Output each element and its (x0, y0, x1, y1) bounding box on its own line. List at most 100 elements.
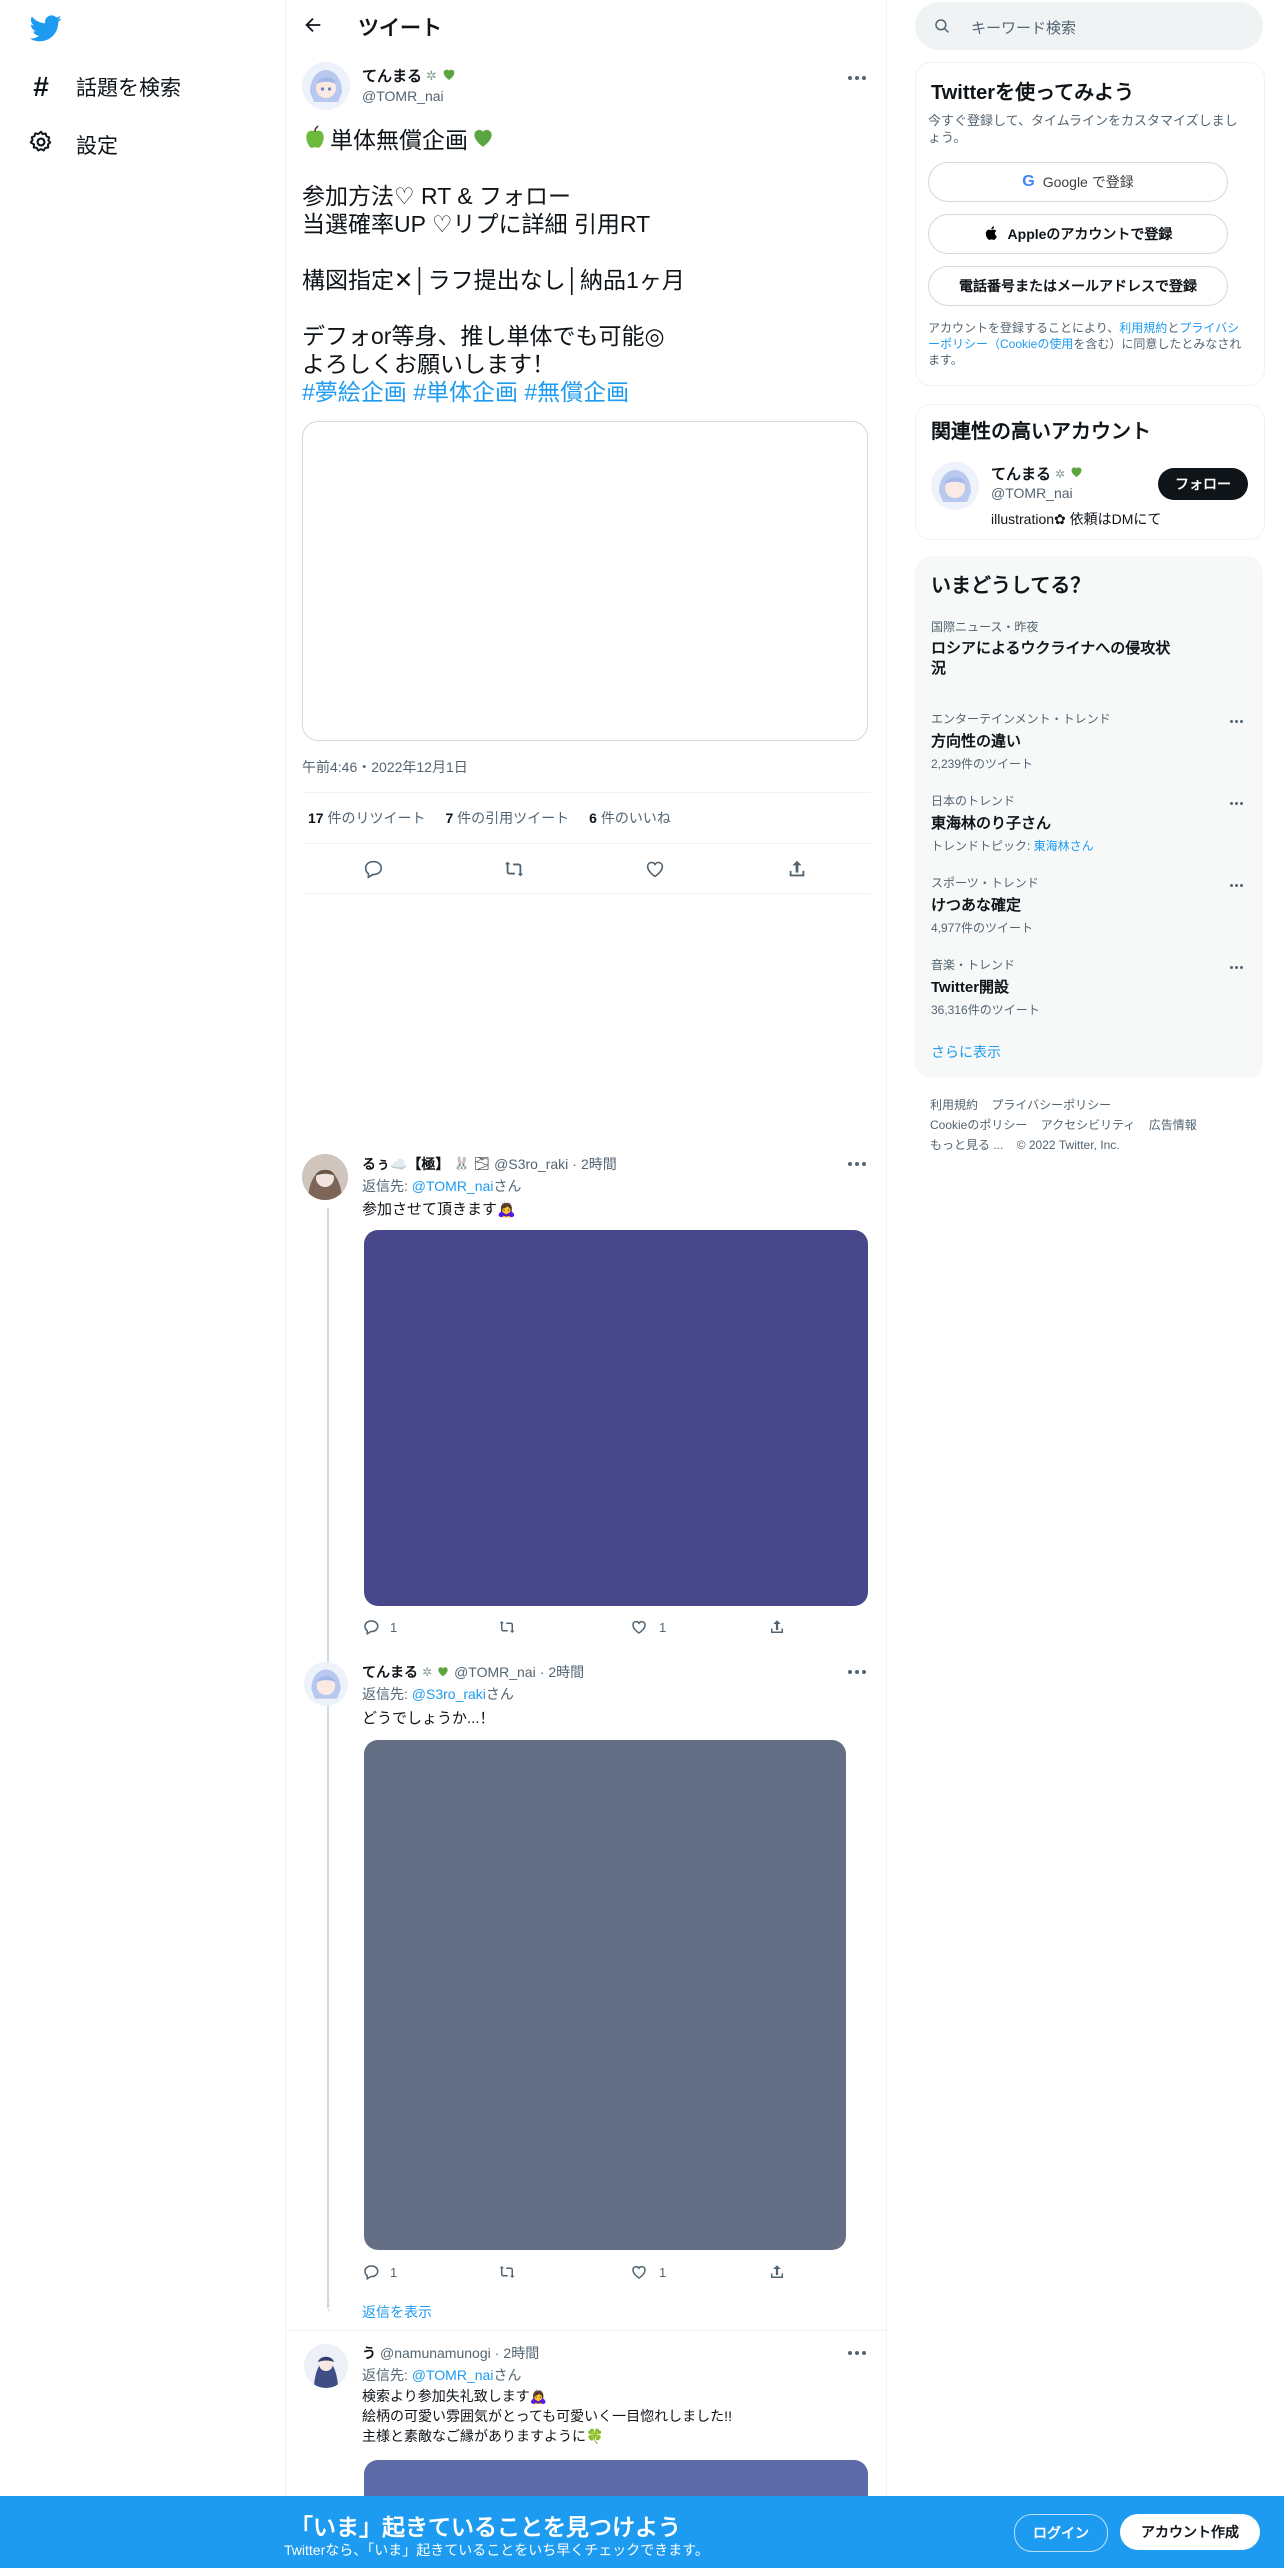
more-icon[interactable] (1230, 878, 1250, 892)
hashtag-link[interactable]: #単体企画 (413, 379, 518, 405)
quote-stat[interactable]: 7 件の引用ツイート (445, 808, 569, 828)
trend-item[interactable]: 音楽・トレンド Twitter開設 36,316件のツイート (931, 956, 1221, 1018)
trend-context: 日本のトレンド (931, 794, 1016, 808)
reply-author-name[interactable]: るぅ☁️【極】 (362, 1154, 449, 1174)
more-icon[interactable] (842, 68, 872, 88)
more-icon[interactable] (842, 1662, 872, 1682)
twitter-logo-icon[interactable] (29, 12, 66, 48)
footer-more-link[interactable]: もっと見る ... (930, 1138, 1003, 1152)
login-button[interactable]: ログイン (1014, 2514, 1108, 2552)
related-account-name[interactable]: てんまる ✲ (991, 463, 1084, 484)
show-replies-link[interactable]: 返信を表示 (362, 2302, 432, 2322)
trend-item[interactable]: 国際ニュース・昨夜 ロシアによるウクライナへの侵攻状況 (931, 618, 1171, 679)
reply-author-handle[interactable]: @namunamunogi (380, 2345, 491, 2361)
author-name-text: てんまる (362, 68, 423, 85)
terms-link[interactable]: 利用規約 (1119, 321, 1167, 335)
reply-to-handle[interactable]: @TOMR_nai (412, 1178, 494, 1194)
reply-author-handle[interactable]: @S3ro_raki (494, 1156, 568, 1172)
avatar[interactable] (302, 62, 350, 110)
more-icon[interactable] (1230, 714, 1250, 728)
share-icon[interactable] (786, 858, 808, 880)
trend-item[interactable]: 日本のトレンド 東海林のり子さん トレンドトピック: 東海林さん (931, 792, 1221, 854)
tweet-line (302, 294, 872, 322)
divider (286, 2330, 886, 2331)
hashtag-link[interactable]: #夢絵企画 (302, 379, 407, 405)
trend-count: 2,239件のツイート (931, 757, 1034, 771)
back-arrow-icon[interactable] (302, 14, 332, 40)
footer-cookie-link[interactable]: Cookieのポリシー (930, 1118, 1027, 1132)
more-icon[interactable] (842, 1154, 872, 1174)
reply-icon[interactable] (362, 2263, 380, 2281)
footer-accessibility-link[interactable]: アクセシビリティ (1041, 1118, 1136, 1132)
retweet-icon[interactable] (498, 2263, 516, 2281)
reply-to-prefix: 返信先: (362, 2367, 412, 2383)
retweet-icon[interactable] (498, 1618, 516, 1636)
sparkle-icon: ✲ (422, 1665, 433, 1679)
reply-author-name[interactable]: う (362, 2343, 376, 2363)
heart-icon[interactable] (630, 2263, 648, 2281)
footer-terms-link[interactable]: 利用規約 (930, 1098, 978, 1112)
nav-settings[interactable]: 設定 (28, 120, 118, 170)
reply-image[interactable] (364, 1230, 868, 1606)
hashtag-link[interactable]: #無償企画 (524, 379, 629, 405)
more-icon[interactable] (842, 2343, 872, 2363)
reply-to-handle[interactable]: @TOMR_nai (412, 2367, 494, 2383)
tweet-media[interactable] (302, 421, 868, 741)
avatar[interactable] (931, 462, 979, 510)
trend-item[interactable]: スポーツ・トレンド けつあな確定 4,977件のツイート (931, 874, 1221, 936)
retweet-stat[interactable]: 17 件のリツイート (308, 808, 425, 828)
follow-button[interactable]: フォロー (1158, 468, 1248, 500)
trend-count: 36,316件のツイート (931, 1003, 1040, 1017)
reply-time[interactable]: 2時間 (581, 1154, 617, 1174)
nav-explore[interactable]: # 話題を検索 (28, 62, 181, 112)
reply-image[interactable] (364, 1740, 846, 2250)
retweet-icon[interactable] (503, 858, 525, 880)
more-icon[interactable] (1230, 796, 1250, 810)
tweet-line: デフォor等身、推し単体でも可能◎ (302, 323, 665, 349)
trend-item[interactable]: エンターテインメント・トレンド 方向性の違い 2,239件のツイート (931, 710, 1221, 772)
search-icon (933, 17, 951, 40)
share-icon[interactable] (768, 1618, 786, 1636)
avatar[interactable] (304, 1662, 348, 1706)
tweet-line: 構図指定✕│ラフ提出なし│納品1ヶ月 (302, 267, 685, 293)
author-name[interactable]: てんまる ✲ (362, 65, 457, 86)
create-account-button[interactable]: アカウント作成 (1120, 2514, 1260, 2550)
search-box[interactable]: キーワード検索 (915, 2, 1263, 50)
apple-signup-button[interactable]: Appleのアカウントで登録 (928, 214, 1228, 254)
phone-email-signup-button[interactable]: 電話番号またはメールアドレスで登録 (928, 266, 1228, 306)
sparkle-icon: ✲ (426, 67, 437, 83)
trend-topic-link[interactable]: 東海林さん (1034, 839, 1094, 853)
reply-author-name[interactable]: てんまる (362, 1662, 418, 1682)
avatar[interactable] (304, 2344, 348, 2388)
cloud-icon: 🌫 (473, 1156, 491, 1171)
related-account-handle[interactable]: @TOMR_nai (991, 485, 1073, 501)
show-more-trends-link[interactable]: さらに表示 (931, 1042, 1001, 1062)
reply-icon[interactable] (362, 1618, 380, 1636)
retweet-count: 17 (308, 810, 324, 826)
related-title: 関連性の高いアカウント (931, 421, 1151, 443)
footer-privacy-link[interactable]: プライバシーポリシー (991, 1098, 1111, 1112)
trends-title: いまどうしてる？ (931, 575, 1091, 597)
bottom-bar-subtitle: Twitterなら、「いま」起きていることをいち早くチェックできます。 (284, 2542, 709, 2558)
search-input[interactable]: キーワード検索 (971, 17, 1076, 38)
reply-time[interactable]: 2時間 (548, 1662, 584, 1682)
tweet-stats: 17 件のリツイート 7 件の引用ツイート 6 件のいいね (308, 808, 671, 828)
heart-icon[interactable] (630, 1618, 648, 1636)
footer-copyright: © 2022 Twitter, Inc. (1016, 1138, 1120, 1152)
footer-ads-link[interactable]: 広告情報 (1149, 1118, 1197, 1132)
reply-time[interactable]: 2時間 (503, 2343, 539, 2363)
reply-to-handle[interactable]: @S3ro_raki (412, 1686, 486, 1702)
share-icon[interactable] (768, 2263, 786, 2281)
hashtag-icon: # (33, 71, 49, 102)
avatar[interactable] (302, 1154, 348, 1200)
reply-icon[interactable] (362, 858, 384, 880)
like-stat[interactable]: 6 件のいいね (589, 808, 671, 828)
green-heart-icon (470, 124, 496, 156)
more-icon[interactable] (1230, 960, 1250, 974)
like-stat-label: 件のいいね (600, 810, 671, 826)
tweet-timestamp[interactable]: 午前4:46・2022年12月1日 (302, 757, 468, 777)
reply-author-handle[interactable]: @TOMR_nai (454, 1664, 536, 1680)
author-handle[interactable]: @TOMR_nai (362, 88, 444, 104)
google-signup-button[interactable]: G Google で登録 (928, 162, 1228, 202)
heart-icon[interactable] (644, 858, 666, 880)
